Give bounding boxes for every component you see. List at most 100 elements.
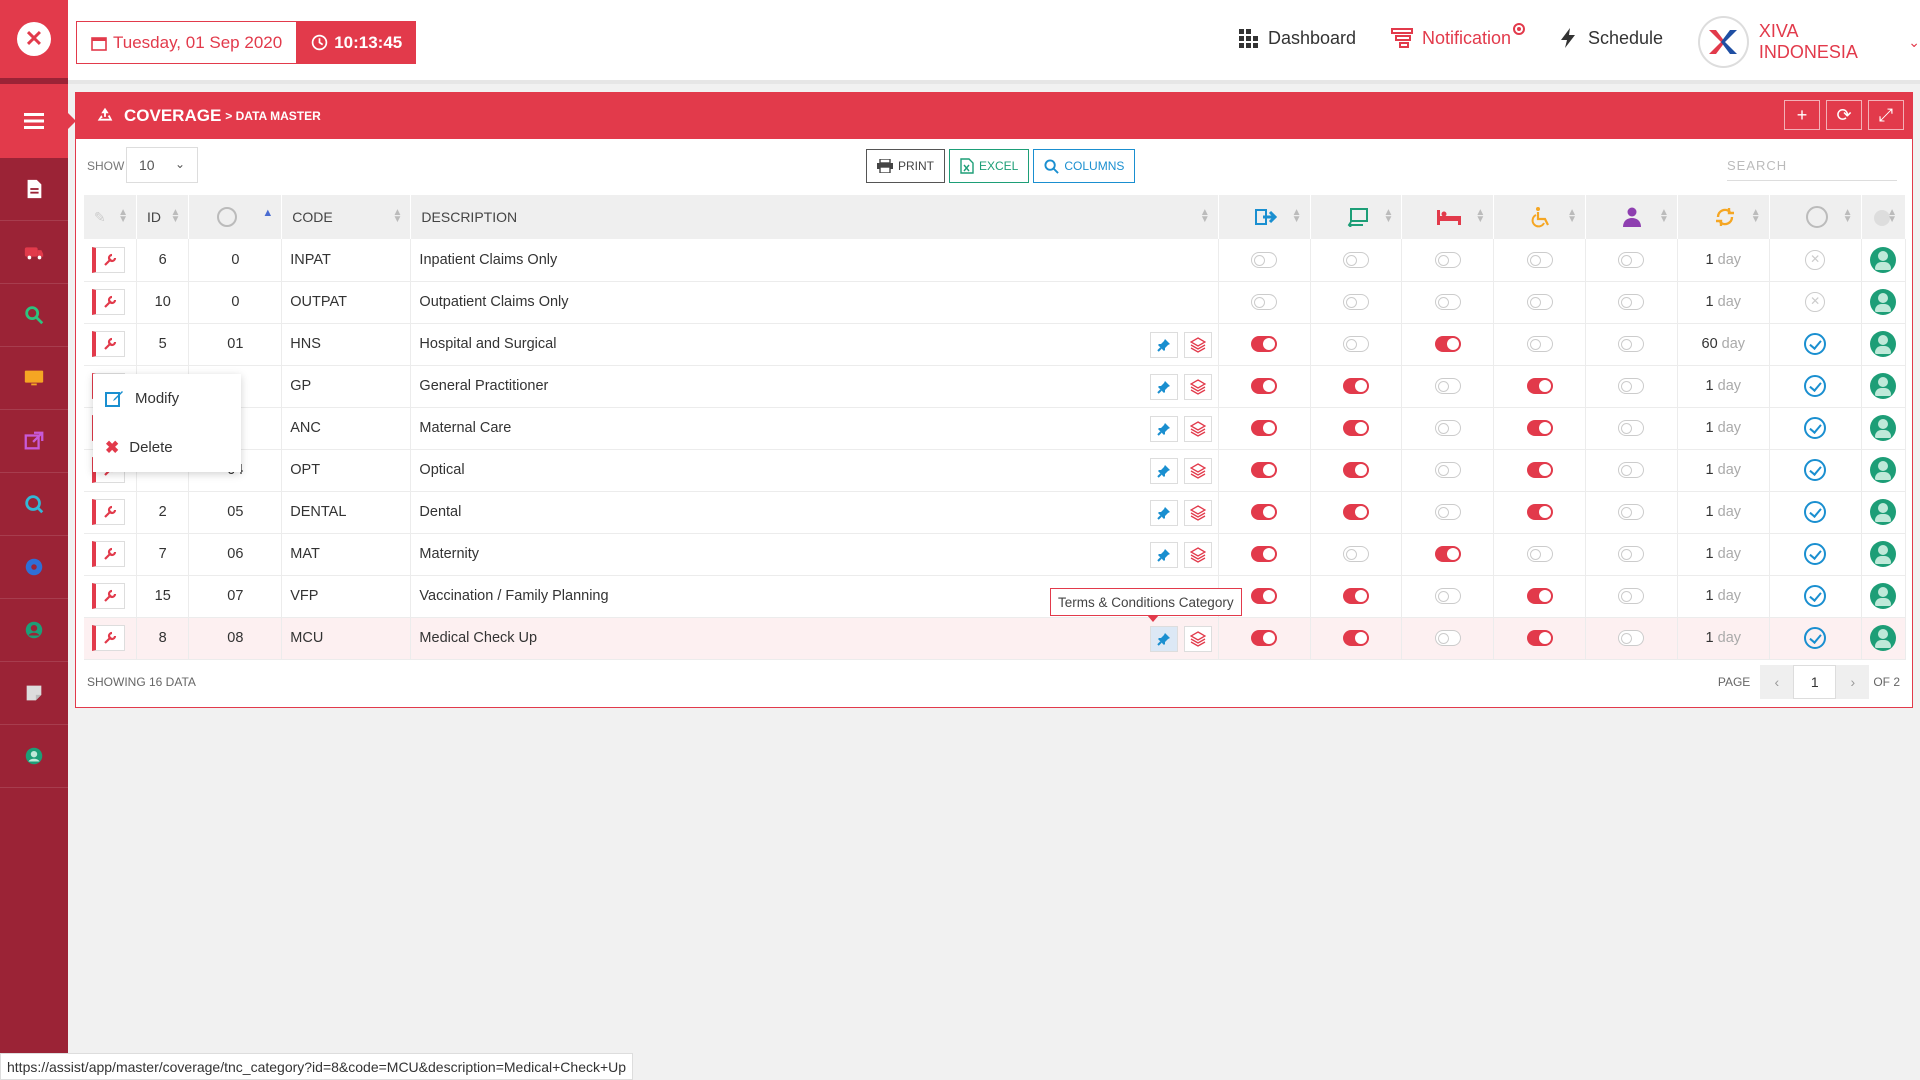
table-row[interactable]: 04OPTOptical1day [84,449,1907,492]
avatar-icon[interactable] [1870,289,1897,315]
check-circle-icon[interactable] [1804,627,1827,649]
avatar-icon[interactable] [1870,583,1897,609]
coverage-toggle[interactable] [1526,251,1553,268]
coverage-toggle[interactable] [1618,251,1645,268]
page-number-input[interactable]: 1 [1793,665,1837,699]
coverage-toggle[interactable] [1618,546,1645,563]
coverage-toggle[interactable] [1434,420,1461,437]
tnc-category-button[interactable] [1149,331,1178,358]
check-circle-icon[interactable] [1804,585,1827,607]
sort-icon[interactable]: ▲ ▼ [118,208,128,225]
tnc-category-button[interactable] [1149,625,1178,652]
brand-menu[interactable]: XIVA INDONESIA ⌄ [1698,16,1920,68]
coverage-toggle[interactable] [1342,546,1369,563]
coverage-toggle[interactable] [1526,378,1553,395]
tnc-category-button[interactable] [1149,373,1178,400]
row-action-button[interactable] [92,625,125,651]
layers-button[interactable] [1183,499,1212,526]
coverage-toggle[interactable] [1434,630,1461,647]
tnc-category-button[interactable] [1149,541,1178,568]
check-circle-icon[interactable] [1804,459,1827,481]
columns-button[interactable]: COLUMNS [1033,149,1136,183]
excel-button[interactable]: EXCEL [949,149,1030,183]
avatar-icon[interactable] [1870,625,1897,651]
check-circle-icon[interactable] [1804,417,1827,439]
row-action-button[interactable] [92,331,125,357]
sort-icon[interactable]: ▲ ▼ [1475,208,1485,225]
coverage-toggle[interactable] [1526,546,1553,563]
table-row[interactable]: 10 0 OUTPAT Outpatient Claims Only 1 day ✕ [84,281,1907,324]
layers-button[interactable] [1183,457,1212,484]
sort-icon[interactable]: ▲ ▼ [1751,208,1761,225]
coverage-toggle[interactable] [1342,588,1369,605]
sort-icon[interactable]: ▲ ▼ [1383,208,1393,225]
sort-icon[interactable]: ▲ ▼ [1887,208,1897,225]
table-row[interactable]: 15 07 VFP Vaccination / Family Planning 1 day [84,575,1907,618]
coverage-toggle[interactable] [1342,251,1369,268]
nav-schedule[interactable]: Schedule [1556,26,1663,50]
coverage-toggle[interactable] [1251,462,1278,479]
col-outpatient[interactable]: ▲ ▼ [1218,195,1311,239]
coverage-toggle[interactable] [1526,420,1553,437]
col-code[interactable]: CODE ▲ ▼ [281,195,412,239]
col-disability[interactable]: ▲ ▼ [1493,195,1587,239]
coverage-toggle[interactable] [1342,504,1369,521]
sidebar-item-search[interactable] [0,284,68,347]
sort-icon[interactable]: ▲ ▼ [1292,208,1302,225]
coverage-toggle[interactable] [1618,462,1645,479]
coverage-toggle[interactable] [1251,588,1278,605]
coverage-toggle[interactable] [1618,504,1645,521]
sort-icon[interactable]: ▲ ▼ [393,208,403,225]
coverage-toggle[interactable] [1526,336,1553,353]
sidebar-item-ambulance[interactable] [0,221,68,284]
sidebar-item-account[interactable] [0,725,68,788]
coverage-toggle[interactable] [1434,462,1461,479]
x-circle-icon[interactable]: ✕ [1805,249,1826,270]
sort-icon[interactable]: ▲ ▼ [1200,208,1210,225]
coverage-toggle[interactable] [1526,462,1553,479]
col-period[interactable]: ▲ ▼ [1677,195,1770,239]
coverage-toggle[interactable] [1618,420,1645,437]
col-user[interactable]: ▲ ▼ [1861,195,1907,239]
sort-icon[interactable]: ▲ ▼ [171,208,181,225]
row-action-button[interactable] [92,499,125,525]
row-action-button[interactable] [92,583,125,609]
avatar-icon[interactable] [1870,415,1897,441]
sidebar-item-refresh[interactable] [0,473,68,536]
coverage-toggle[interactable] [1434,504,1461,521]
coverage-toggle[interactable] [1526,630,1553,647]
sidebar-item-monitor[interactable] [0,347,68,410]
coverage-toggle[interactable] [1618,588,1645,605]
coverage-toggle[interactable] [1618,294,1645,311]
search-input[interactable]: SEARCH [1727,151,1897,181]
col-doctor[interactable]: ▲ ▼ [1585,195,1678,239]
avatar-icon[interactable] [1870,373,1897,399]
avatar-icon[interactable] [1870,457,1897,483]
table-row[interactable]: 3ANCMaternal Care1day [84,407,1907,450]
sort-icon[interactable]: ▲ ▼ [1567,208,1577,225]
coverage-toggle[interactable] [1251,420,1278,437]
coverage-toggle[interactable] [1251,294,1278,311]
sidebar-item-notes[interactable] [0,662,68,725]
layers-button[interactable] [1183,373,1212,400]
coverage-toggle[interactable] [1251,630,1278,647]
coverage-toggle[interactable] [1251,378,1278,395]
row-action-button[interactable] [92,541,125,567]
layers-button[interactable] [1183,331,1212,358]
coverage-toggle[interactable] [1618,336,1645,353]
coverage-toggle[interactable] [1342,420,1369,437]
sidebar-item-compass[interactable] [0,536,68,599]
coverage-toggle[interactable] [1526,504,1553,521]
coverage-toggle[interactable] [1618,378,1645,395]
table-row[interactable]: 2 05 DENTAL Dental 1 day [84,491,1907,534]
coverage-toggle[interactable] [1526,588,1553,605]
coverage-toggle[interactable] [1434,378,1461,395]
coverage-toggle[interactable] [1434,588,1461,605]
coverage-toggle[interactable] [1434,294,1461,311]
sort-icon[interactable]: ▲ ▼ [1843,208,1853,225]
coverage-toggle[interactable] [1434,251,1461,268]
avatar-icon[interactable] [1870,499,1897,525]
coverage-toggle[interactable] [1342,294,1369,311]
coverage-toggle[interactable] [1618,630,1645,647]
tnc-category-button[interactable] [1149,499,1178,526]
